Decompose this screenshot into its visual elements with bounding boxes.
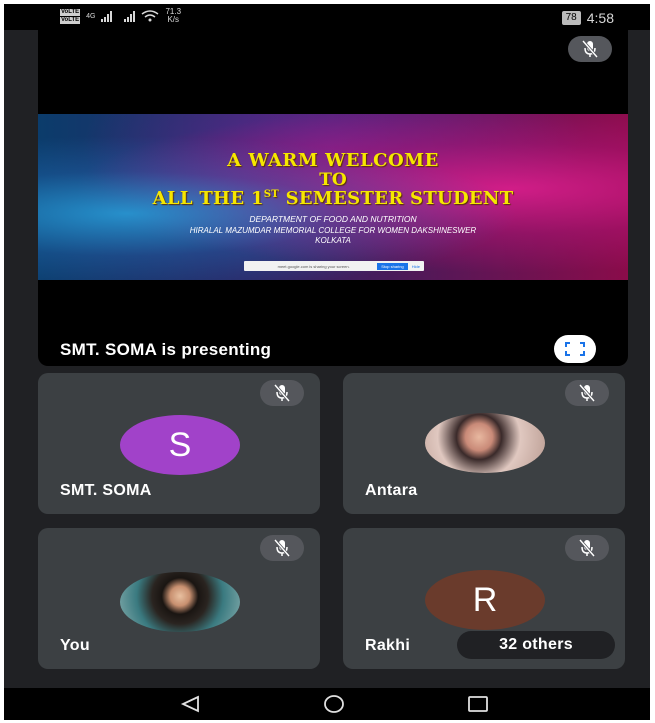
participant-tile-soma[interactable]: S SMT. SOMA bbox=[38, 373, 320, 514]
recents-square-icon bbox=[468, 696, 488, 712]
status-left: VoLTE VoLTE 4G 71.3 K/s bbox=[60, 8, 181, 24]
back-triangle-icon bbox=[180, 695, 199, 713]
home-circle-icon bbox=[324, 695, 344, 713]
wifi-icon bbox=[142, 10, 159, 22]
slide-title-line-1: A WARM WELCOME bbox=[227, 150, 439, 171]
participant-name: SMT. SOMA bbox=[60, 482, 152, 499]
mic-off-icon bbox=[582, 40, 598, 58]
others-count-button[interactable]: 32 others bbox=[457, 631, 615, 659]
status-right: 78 4:58 bbox=[561, 10, 614, 26]
signal-icon-2 bbox=[124, 10, 136, 22]
fullscreen-icon bbox=[565, 342, 585, 356]
participant-name: Antara bbox=[365, 482, 418, 499]
back-button[interactable] bbox=[178, 694, 202, 714]
mic-off-badge bbox=[260, 380, 304, 406]
presenter-mic-off-badge bbox=[568, 36, 612, 62]
participant-tile-you[interactable]: You bbox=[38, 528, 320, 669]
slide-title-line-3-suffix: SEMESTER STUDENT bbox=[279, 188, 514, 209]
speed-unit: K/s bbox=[167, 15, 180, 24]
stop-sharing-button: Stop sharing bbox=[377, 262, 408, 270]
share-message: meet.google.com is sharing your screen. bbox=[277, 263, 350, 269]
home-button[interactable] bbox=[322, 694, 346, 714]
slide-title-line-3: ALL THE 1ST SEMESTER STUDENT bbox=[38, 188, 628, 209]
slide-college: HIRALAL MAZUMDAR MEMORIAL COLLEGE FOR WO… bbox=[189, 226, 477, 235]
avatar-photo bbox=[425, 413, 545, 473]
mic-off-icon bbox=[274, 539, 290, 557]
participant-name: Rakhi bbox=[365, 637, 411, 654]
slide-title-line-2: TO bbox=[319, 170, 347, 190]
slide-title-line-3-prefix: ALL THE 1 bbox=[152, 188, 264, 209]
clock: 4:58 bbox=[586, 10, 614, 26]
screen-share-bar: meet.google.com is sharing your screen. … bbox=[244, 261, 424, 271]
participant-tile-rakhi[interactable]: R Rakhi 32 others bbox=[343, 528, 625, 669]
presentation-tile[interactable]: A WARM WELCOME TO ALL THE 1ST SEMESTER S… bbox=[38, 30, 628, 366]
fullscreen-button[interactable] bbox=[554, 335, 596, 363]
slide-department: DEPARTMENT OF FOOD AND NUTRITION bbox=[249, 214, 417, 224]
presenting-label: SMT. SOMA is presenting bbox=[60, 340, 272, 359]
slide-title-line-3-sup: ST bbox=[263, 189, 280, 200]
avatar: R bbox=[425, 570, 545, 630]
avatar-photo bbox=[120, 572, 240, 632]
participant-name: You bbox=[60, 637, 90, 654]
phone-screen: VoLTE VoLTE 4G 71.3 K/s 78 4:58 A WARM W… bbox=[4, 4, 650, 720]
shared-slide: A WARM WELCOME TO ALL THE 1ST SEMESTER S… bbox=[38, 114, 628, 280]
mic-off-badge bbox=[565, 380, 609, 406]
mic-off-icon bbox=[274, 384, 290, 402]
signal-icon bbox=[101, 10, 113, 22]
participant-tile-antara[interactable]: Antara bbox=[343, 373, 625, 514]
status-bar: VoLTE VoLTE 4G 71.3 K/s 78 4:58 bbox=[4, 4, 650, 30]
recents-button[interactable] bbox=[466, 694, 490, 714]
volte-badges: VoLTE VoLTE bbox=[60, 8, 81, 24]
volte-badge-2: VoLTE bbox=[60, 16, 81, 24]
slide-city: KOLKATA bbox=[315, 236, 351, 245]
navigation-bar bbox=[4, 688, 650, 720]
data-speed: 71.3 K/s bbox=[165, 8, 181, 24]
mic-off-icon bbox=[579, 539, 595, 557]
mic-off-badge bbox=[260, 535, 304, 561]
battery-level: 78 bbox=[561, 11, 581, 25]
hide-button: Hide bbox=[411, 263, 420, 269]
network-type: 4G bbox=[86, 12, 96, 20]
avatar: S bbox=[120, 415, 240, 475]
mic-off-icon bbox=[579, 384, 595, 402]
mic-off-badge bbox=[565, 535, 609, 561]
volte-badge-1: VoLTE bbox=[60, 8, 81, 16]
